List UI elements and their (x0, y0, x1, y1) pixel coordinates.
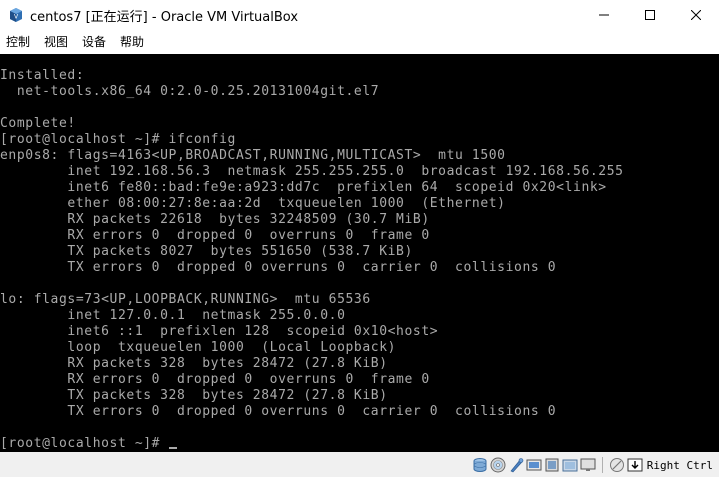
console-line: TX packets 8027 bytes 551650 (538.7 KiB) (0, 244, 413, 259)
keyboard-capture-icon[interactable] (627, 457, 643, 473)
text-cursor (168, 447, 177, 449)
virtualbox-app-icon: V (8, 7, 24, 23)
title-bar[interactable]: V centos7 [正在运行] - Oracle VM VirtualBox (0, 0, 719, 30)
shared-folders-icon[interactable] (562, 457, 578, 473)
status-icons: Right Ctrl (470, 455, 713, 475)
hard-disk-icon[interactable] (472, 457, 488, 473)
console-line: RX errors 0 dropped 0 overruns 0 frame 0 (0, 228, 430, 243)
minimize-button[interactable] (581, 0, 627, 30)
console-line: TX errors 0 dropped 0 overruns 0 carrier… (0, 260, 557, 275)
minimize-icon (599, 14, 609, 16)
network-icon[interactable] (526, 457, 542, 473)
console-line: TX errors 0 dropped 0 overruns 0 carrier… (0, 404, 557, 419)
console-line: [root@localhost ~]# ifconfig (0, 132, 236, 147)
console-prompt-line: [root@localhost ~]# (0, 436, 719, 452)
console-line: Complete! (0, 116, 76, 131)
console-line: TX packets 328 bytes 28472 (27.8 KiB) (0, 388, 388, 403)
console-line: RX errors 0 dropped 0 overruns 0 frame 0 (0, 372, 430, 387)
console-line: inet 192.168.56.3 netmask 255.255.255.0 … (0, 164, 624, 179)
audio-icon[interactable] (508, 457, 524, 473)
mouse-integration-icon[interactable] (609, 457, 625, 473)
maximize-icon (645, 10, 655, 20)
status-separator (601, 457, 603, 473)
menu-devices[interactable]: 设备 (75, 30, 113, 54)
host-key-label: Right Ctrl (646, 458, 713, 472)
console-line: inet6 ::1 prefixlen 128 scopeid 0x10<hos… (0, 324, 439, 339)
vm-console-display[interactable]: Installed: net-tools.x86_64 0:2.0-0.25.2… (0, 54, 719, 452)
console-line: RX packets 328 bytes 28472 (27.8 KiB) (0, 356, 388, 371)
console-prompt: [root@localhost ~]# (0, 436, 169, 451)
console-line: ether 08:00:27:8e:aa:2d txqueuelen 1000 … (0, 196, 506, 211)
console-line: net-tools.x86_64 0:2.0-0.25.20131004git.… (0, 84, 380, 99)
usb-icon[interactable] (544, 457, 560, 473)
close-icon (691, 10, 701, 20)
console-line: lo: flags=73<UP,LOOPBACK,RUNNING> mtu 65… (0, 292, 371, 307)
status-bar: Right Ctrl (0, 452, 719, 477)
console-output: Installed: net-tools.x86_64 0:2.0-0.25.2… (0, 68, 719, 452)
menu-view[interactable]: 视图 (37, 30, 75, 54)
display-icon[interactable] (580, 457, 596, 473)
console-line: inet 127.0.0.1 netmask 255.0.0.0 (0, 308, 346, 323)
menu-help[interactable]: 帮助 (113, 30, 151, 54)
console-line: enp0s8: flags=4163<UP,BROADCAST,RUNNING,… (0, 148, 506, 163)
console-line: inet6 fe80::bad:fe9e:a923:dd7c prefixlen… (0, 180, 607, 195)
window-controls (581, 0, 719, 30)
maximize-button[interactable] (627, 0, 673, 30)
virtualbox-window: V centos7 [正在运行] - Oracle VM VirtualBox (0, 0, 719, 477)
optical-drive-icon[interactable] (490, 457, 506, 473)
menu-bar: 控制 视图 设备 帮助 (0, 30, 719, 54)
window-title: centos7 [正在运行] - Oracle VM VirtualBox (30, 9, 299, 25)
close-button[interactable] (673, 0, 719, 30)
console-line: loop txqueuelen 1000 (Local Loopback) (0, 340, 397, 355)
console-line: Installed: (0, 68, 85, 83)
menu-control[interactable]: 控制 (0, 30, 37, 54)
console-line: RX packets 22618 bytes 32248509 (30.7 Mi… (0, 212, 430, 227)
